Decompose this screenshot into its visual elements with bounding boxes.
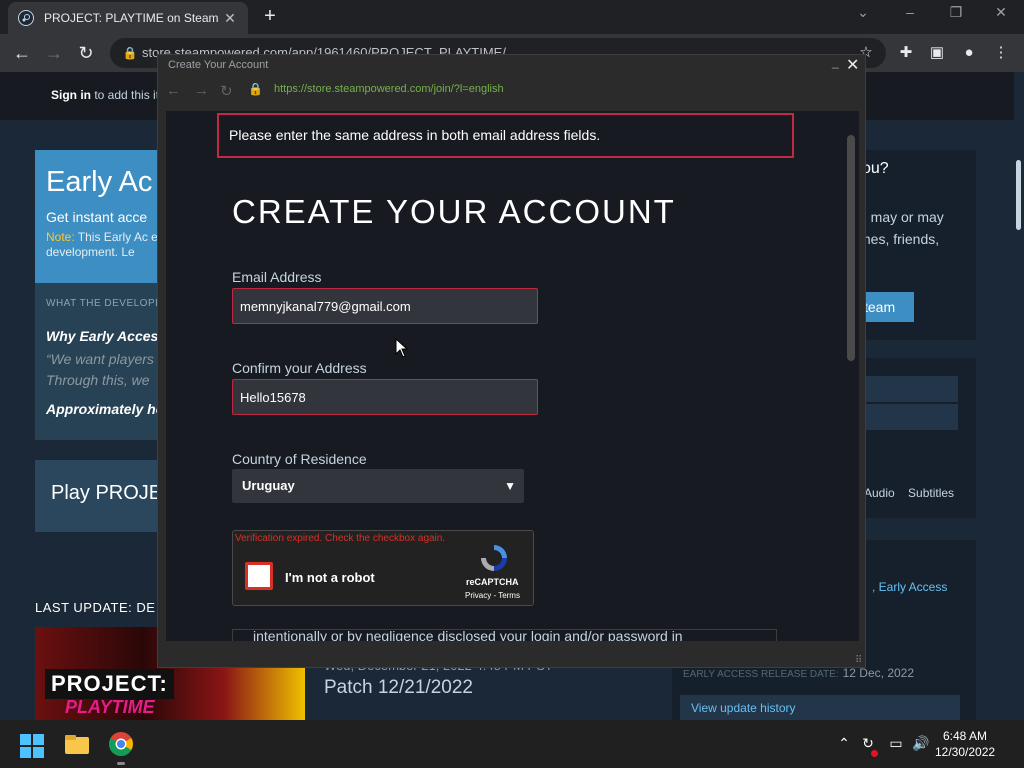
game-logo-top: PROJECT:: [45, 669, 174, 699]
show-hidden-icons-icon[interactable]: ⌃: [834, 735, 854, 752]
language-row: [862, 404, 958, 430]
recaptcha-logo-icon: [481, 545, 507, 571]
country-value: Uruguay: [242, 478, 295, 493]
right-box-heading: ou?: [862, 160, 889, 177]
captcha-checkbox[interactable]: [245, 562, 273, 590]
confirm-email-label: Confirm your Address: [232, 360, 367, 376]
popup-title: Create Your Account: [168, 59, 269, 71]
popup-back-icon[interactable]: ←: [166, 82, 181, 99]
page-scrollbar[interactable]: [1014, 72, 1024, 720]
browser-tab-strip: PROJECT: PLAYTIME on Steam ✕ + ⌄ – ❐ ✕: [0, 0, 1024, 34]
developer-says-label: WHAT THE DEVELOPE: [46, 298, 163, 309]
windows-taskbar: ⌃ ↻ ▭ 🔊 6:48 AM 12/30/2022: [0, 720, 1024, 768]
captcha-error: Verification expired. Check the checkbox…: [235, 533, 446, 544]
release-label: EARLY ACCESS RELEASE DATE:: [683, 669, 839, 680]
right-box-text: u may or may mes, friends,: [859, 209, 944, 247]
back-icon[interactable]: ←: [10, 42, 34, 64]
system-clock[interactable]: 6:48 AM 12/30/2022: [935, 728, 995, 760]
language-row: [862, 376, 958, 402]
popup-minimize-icon[interactable]: _: [832, 55, 839, 69]
profile-icon[interactable]: ●: [958, 42, 980, 64]
resize-grip-icon[interactable]: ⠿: [855, 655, 862, 666]
chrome-icon[interactable]: [107, 730, 135, 758]
clock-time: 6:48 AM: [942, 729, 988, 743]
tab-title: PROJECT: PLAYTIME on Steam: [44, 11, 219, 25]
browser-tab[interactable]: PROJECT: PLAYTIME on Steam ✕: [8, 2, 248, 34]
popup-reload-icon[interactable]: ↻: [220, 82, 233, 100]
recaptcha-widget: Verification expired. Check the checkbox…: [232, 530, 534, 606]
tab-search-icon[interactable]: ⌄: [848, 4, 878, 21]
error-message: Please enter the same address in both em…: [217, 113, 794, 158]
country-select[interactable]: Uruguay ▼: [232, 469, 524, 503]
chrome-running-indicator: [117, 762, 125, 765]
network-icon[interactable]: ▭: [886, 735, 906, 752]
file-explorer-icon[interactable]: [63, 730, 91, 758]
popup-close-icon[interactable]: ✕: [846, 55, 859, 75]
steam-favicon-icon: [18, 10, 34, 26]
chevron-down-icon: ▼: [504, 479, 516, 493]
mouse-cursor-icon: [395, 338, 409, 358]
side-panel-icon[interactable]: ▣: [926, 42, 948, 64]
play-game-title: Play PROJE: [51, 482, 163, 504]
signin-rest: to add this it: [91, 88, 160, 102]
minimize-icon[interactable]: –: [895, 4, 925, 20]
country-label: Country of Residence: [232, 451, 367, 467]
close-window-icon[interactable]: ✕: [986, 4, 1016, 21]
popup-forward-icon[interactable]: →: [194, 82, 209, 99]
reload-icon[interactable]: ↻: [74, 42, 98, 64]
view-update-history-button[interactable]: View update history: [680, 695, 960, 720]
popup-url: https://store.steampowered.com/join/?l=e…: [274, 83, 504, 95]
early-access-tag-link[interactable]: , Early Access: [872, 580, 947, 594]
last-update-heading: LAST UPDATE: DE: [35, 600, 156, 615]
approximately-heading: Approximately ho: [46, 401, 165, 417]
close-tab-icon[interactable]: ✕: [222, 10, 238, 27]
captcha-brand: reCAPTCHA: [466, 577, 519, 587]
popup-lock-icon: 🔒: [248, 82, 263, 96]
page-scrollbar-thumb[interactable]: [1016, 160, 1021, 230]
terms-box: intentionally or by negligence disclosed…: [232, 629, 777, 641]
signin-text: Sign in to add this it: [51, 88, 159, 102]
release-date: EARLY ACCESS RELEASE DATE: 12 Dec, 2022: [683, 666, 914, 680]
page-title: CREATE YOUR ACCOUNT: [232, 193, 676, 230]
extensions-icon[interactable]: ✚: [895, 42, 917, 64]
restore-icon[interactable]: ❐: [941, 4, 971, 21]
volume-icon[interactable]: 🔊: [911, 735, 931, 752]
captcha-links[interactable]: Privacy - Terms: [465, 591, 520, 600]
clock-date: 12/30/2022: [935, 745, 996, 759]
captcha-label: I'm not a robot: [285, 570, 375, 585]
popup-scrollbar-thumb[interactable]: [847, 135, 855, 361]
language-columns: Audio Subtitles: [864, 486, 955, 500]
developer-quote: “We want players Through this, we: [46, 351, 154, 388]
early-access-subtitle: Get instant acce: [46, 209, 148, 225]
release-date-value: 12 Dec, 2022: [842, 666, 915, 680]
forward-icon[interactable]: →: [42, 42, 66, 64]
signup-form-area: Please enter the same address in both em…: [166, 111, 859, 641]
email-label: Email Address: [232, 269, 322, 285]
signin-link[interactable]: Sign in: [51, 88, 91, 102]
early-access-title: Early Ac: [46, 166, 153, 198]
confirm-email-field[interactable]: [232, 379, 538, 415]
create-account-popup: Create Your Account _ ✕ ← → ↻ 🔒 https://…: [157, 54, 866, 668]
lock-icon[interactable]: 🔒: [119, 42, 141, 64]
game-logo-bottom: PLAYTIME: [65, 697, 155, 717]
notification-dot: [871, 750, 878, 757]
why-early-access-heading: Why Early Access: [46, 328, 167, 344]
email-field[interactable]: [232, 288, 538, 324]
menu-icon[interactable]: ⋮: [990, 42, 1012, 64]
new-tab-button[interactable]: +: [260, 6, 280, 26]
patch-title[interactable]: Patch 12/21/2022: [324, 677, 473, 699]
note-label: Note:: [46, 230, 75, 244]
windows-start-icon[interactable]: [20, 734, 44, 758]
